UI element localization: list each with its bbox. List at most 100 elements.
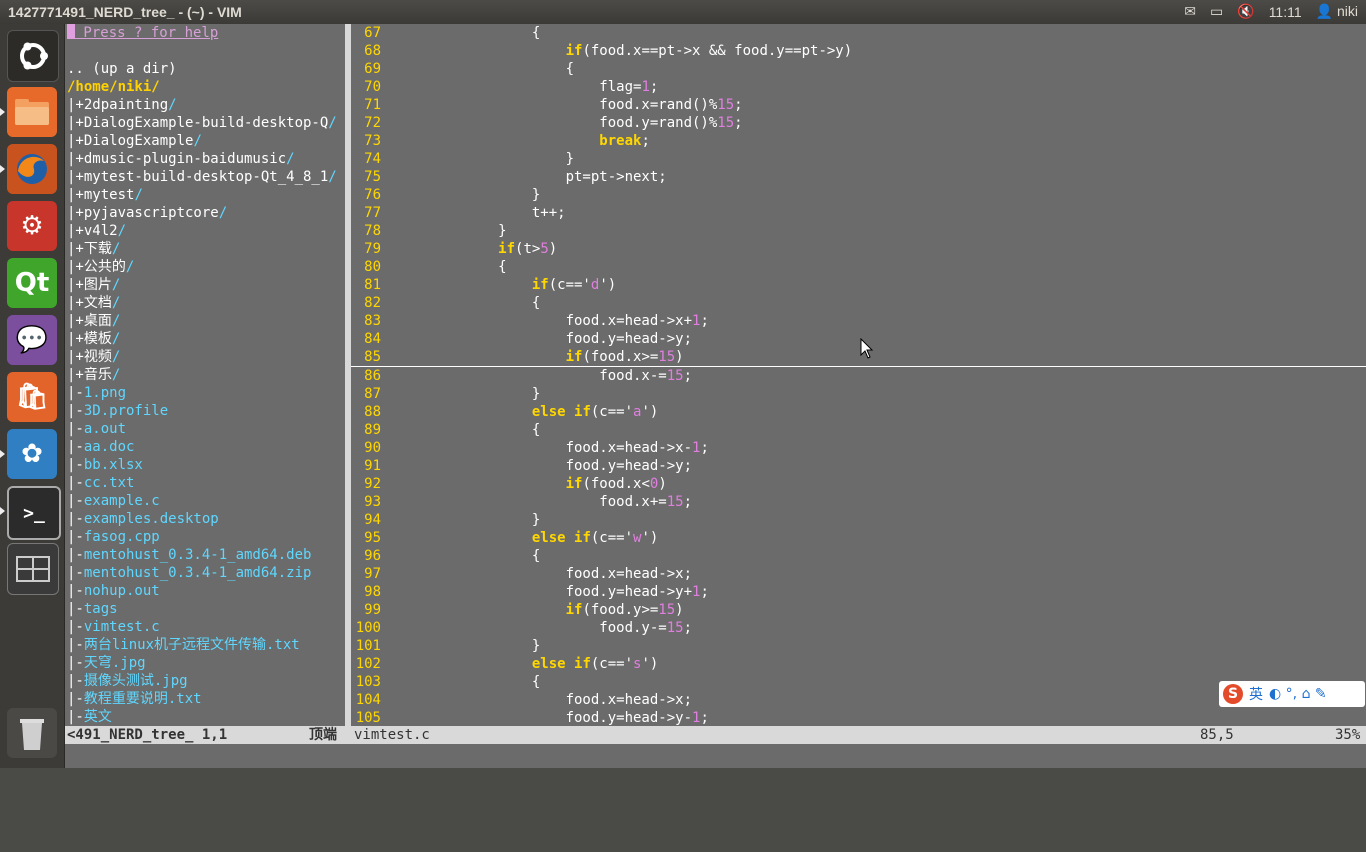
- code-line[interactable]: 90 food.x=head->x-1;: [351, 439, 1366, 457]
- workspace-switcher-icon[interactable]: [7, 543, 59, 595]
- code-line[interactable]: 84 food.y=head->y;: [351, 330, 1366, 348]
- tree-dir-node[interactable]: |+DialogExample/: [65, 132, 345, 150]
- code-line[interactable]: 94 }: [351, 511, 1366, 529]
- tree-dir-node[interactable]: |+mytest-build-desktop-Qt_4_8_1/: [65, 168, 345, 186]
- code-line[interactable]: 86 food.x-=15;: [351, 367, 1366, 385]
- tree-file-node[interactable]: |-1.png: [65, 384, 345, 402]
- code-line[interactable]: 75 pt=pt->next;: [351, 168, 1366, 186]
- system-settings-icon[interactable]: ⚙: [7, 201, 57, 251]
- qt-creator-icon[interactable]: Qt: [7, 258, 57, 308]
- battery-icon[interactable]: ▭: [1210, 3, 1223, 20]
- code-line[interactable]: 103 {: [351, 673, 1366, 691]
- tree-file-node[interactable]: |-aa.doc: [65, 438, 345, 456]
- tree-file-node[interactable]: |-英文: [65, 708, 345, 726]
- code-line[interactable]: 95 else if(c=='w'): [351, 529, 1366, 547]
- code-line[interactable]: 77 t++;: [351, 204, 1366, 222]
- code-line[interactable]: 89 {: [351, 421, 1366, 439]
- code-line[interactable]: 70 flag=1;: [351, 78, 1366, 96]
- software-center-icon[interactable]: 🛍: [7, 372, 57, 422]
- tree-file-node[interactable]: |-摄像头测试.jpg: [65, 672, 345, 690]
- code-line[interactable]: 68 if(food.x==pt->x && food.y==pt->y): [351, 42, 1366, 60]
- code-line[interactable]: 105 food.y=head->y-1;: [351, 709, 1366, 726]
- code-line[interactable]: 82 {: [351, 294, 1366, 312]
- tree-dir-node[interactable]: |+mytest/: [65, 186, 345, 204]
- command-line[interactable]: [65, 744, 1366, 768]
- nerdtree-pane[interactable]: Press ? for help .. (up a dir) /home/nik…: [65, 24, 345, 726]
- firefox-icon[interactable]: [7, 144, 57, 194]
- tree-file-node[interactable]: |-教程重要说明.txt: [65, 690, 345, 708]
- terminal-icon[interactable]: >_: [7, 486, 61, 540]
- code-line[interactable]: 92 if(food.x<0): [351, 475, 1366, 493]
- code-line[interactable]: 98 food.y=head->y+1;: [351, 583, 1366, 601]
- code-line[interactable]: 100 food.y-=15;: [351, 619, 1366, 637]
- code-line[interactable]: 67 {: [351, 24, 1366, 42]
- tree-file-node[interactable]: |-fasog.cpp: [65, 528, 345, 546]
- tree-file-node[interactable]: |-mentohust_0.3.4-1_amd64.zip: [65, 564, 345, 582]
- tree-file-node[interactable]: |-tags: [65, 600, 345, 618]
- code-line[interactable]: 72 food.y=rand()%15;: [351, 114, 1366, 132]
- tree-dir-node[interactable]: |+模板/: [65, 330, 345, 348]
- ime-language[interactable]: 英: [1249, 684, 1263, 704]
- code-line[interactable]: 83 food.x=head->x+1;: [351, 312, 1366, 330]
- tree-dir-node[interactable]: |+DialogExample-build-desktop-Q/: [65, 114, 345, 132]
- tree-dir-node[interactable]: |+图片/: [65, 276, 345, 294]
- tree-file-node[interactable]: |-天穹.jpg: [65, 654, 345, 672]
- mail-icon[interactable]: ✉: [1184, 3, 1196, 20]
- tree-file-node[interactable]: |-nohup.out: [65, 582, 345, 600]
- shotwell-icon[interactable]: ✿: [7, 429, 57, 479]
- tree-dir-node[interactable]: |+公共的/: [65, 258, 345, 276]
- code-line[interactable]: 104 food.x=head->x;: [351, 691, 1366, 709]
- ime-tools-icons[interactable]: ◐ °, ⌂ ✎: [1269, 686, 1327, 702]
- code-line[interactable]: 88 else if(c=='a'): [351, 403, 1366, 421]
- code-line[interactable]: 69 {: [351, 60, 1366, 78]
- code-line[interactable]: 99 if(food.y>=15): [351, 601, 1366, 619]
- tree-file-node[interactable]: |-bb.xlsx: [65, 456, 345, 474]
- tree-file-node[interactable]: |-examples.desktop: [65, 510, 345, 528]
- code-line[interactable]: 96 {: [351, 547, 1366, 565]
- dash-home-icon[interactable]: [7, 30, 59, 82]
- code-line[interactable]: 85 if(food.x>=15): [351, 348, 1366, 367]
- tree-dir-node[interactable]: |+pyjavascriptcore/: [65, 204, 345, 222]
- code-line[interactable]: 101 }: [351, 637, 1366, 655]
- tree-file-node[interactable]: |-cc.txt: [65, 474, 345, 492]
- code-line[interactable]: 73 break;: [351, 132, 1366, 150]
- code-line[interactable]: 79 if(t>5): [351, 240, 1366, 258]
- tree-file-node[interactable]: |-两台linux机子远程文件传输.txt: [65, 636, 345, 654]
- tree-file-node[interactable]: |-example.c: [65, 492, 345, 510]
- clock[interactable]: 11:11: [1269, 4, 1302, 20]
- ime-toolbar[interactable]: S 英 ◐ °, ⌂ ✎: [1219, 681, 1365, 707]
- cwd-node[interactable]: /home/niki/: [65, 78, 345, 96]
- code-line[interactable]: 74 }: [351, 150, 1366, 168]
- files-icon[interactable]: [7, 87, 57, 137]
- sogou-logo-icon[interactable]: S: [1223, 684, 1243, 704]
- tree-file-node[interactable]: |-3D.profile: [65, 402, 345, 420]
- code-pane[interactable]: 67 {68 if(food.x==pt->x && food.y==pt->y…: [351, 24, 1366, 726]
- code-line[interactable]: 80 {: [351, 258, 1366, 276]
- code-line[interactable]: 102 else if(c=='s'): [351, 655, 1366, 673]
- code-line[interactable]: 91 food.y=head->y;: [351, 457, 1366, 475]
- up-dir-node[interactable]: .. (up a dir): [65, 60, 345, 78]
- code-line[interactable]: 93 food.x+=15;: [351, 493, 1366, 511]
- tree-dir-node[interactable]: |+dmusic-plugin-baidumusic/: [65, 150, 345, 168]
- tree-dir-node[interactable]: |+v4l2/: [65, 222, 345, 240]
- pidgin-icon[interactable]: 💬: [7, 315, 57, 365]
- tree-dir-node[interactable]: |+音乐/: [65, 366, 345, 384]
- trash-icon[interactable]: [7, 708, 57, 758]
- code-line[interactable]: 81 if(c=='d'): [351, 276, 1366, 294]
- tree-dir-node[interactable]: |+桌面/: [65, 312, 345, 330]
- user-menu[interactable]: 👤 niki: [1316, 3, 1358, 20]
- vim-editor[interactable]: Press ? for help .. (up a dir) /home/nik…: [65, 24, 1366, 768]
- tree-file-node[interactable]: |-mentohust_0.3.4-1_amd64.deb: [65, 546, 345, 564]
- tree-dir-node[interactable]: |+2dpainting/: [65, 96, 345, 114]
- tree-file-node[interactable]: |-vimtest.c: [65, 618, 345, 636]
- tree-file-node[interactable]: |-a.out: [65, 420, 345, 438]
- code-line[interactable]: 87 }: [351, 385, 1366, 403]
- tree-dir-node[interactable]: |+视频/: [65, 348, 345, 366]
- code-line[interactable]: 78 }: [351, 222, 1366, 240]
- volume-muted-icon[interactable]: 🔇: [1237, 3, 1254, 20]
- tree-dir-node[interactable]: |+文档/: [65, 294, 345, 312]
- code-line[interactable]: 76 }: [351, 186, 1366, 204]
- code-line[interactable]: 71 food.x=rand()%15;: [351, 96, 1366, 114]
- code-line[interactable]: 97 food.x=head->x;: [351, 565, 1366, 583]
- tree-dir-node[interactable]: |+下载/: [65, 240, 345, 258]
